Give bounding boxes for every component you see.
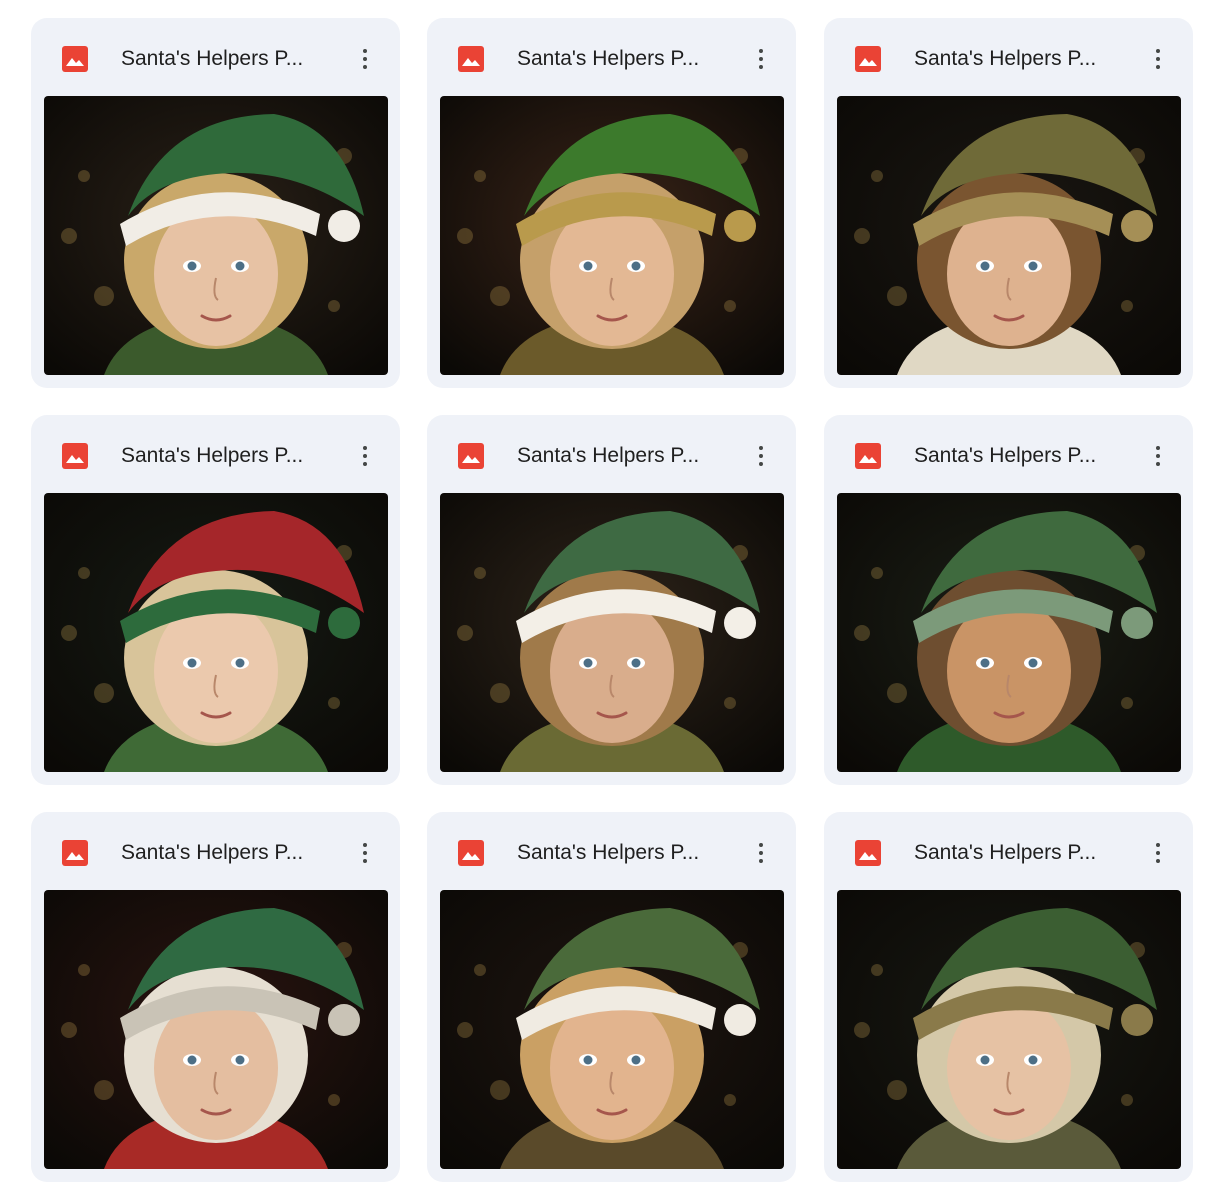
more-vert-icon [363, 49, 367, 53]
more-vert-icon [759, 859, 763, 863]
more-vert-icon [1156, 49, 1160, 53]
file-card-header: Santa's Helpers P... [31, 18, 400, 96]
file-card-header: Santa's Helpers P... [824, 415, 1193, 493]
more-vert-icon [759, 65, 763, 69]
more-vert-icon [363, 843, 367, 847]
more-vert-icon [363, 454, 367, 458]
more-vert-icon [363, 65, 367, 69]
more-vert-icon [759, 454, 763, 458]
file-card[interactable]: Santa's Helpers P... [31, 18, 400, 388]
more-vert-icon [1156, 462, 1160, 466]
more-options-button[interactable] [745, 837, 777, 869]
more-options-button[interactable] [349, 440, 381, 472]
file-card[interactable]: Santa's Helpers P... [824, 415, 1193, 785]
more-vert-icon [1156, 843, 1160, 847]
image-thumbnail[interactable] [837, 493, 1181, 772]
more-vert-icon [759, 57, 763, 61]
more-vert-icon [1156, 57, 1160, 61]
file-card[interactable]: Santa's Helpers P... [824, 812, 1193, 1182]
more-vert-icon [1156, 851, 1160, 855]
more-vert-icon [363, 851, 367, 855]
file-card-header: Santa's Helpers P... [427, 812, 796, 890]
file-name[interactable]: Santa's Helpers P... [517, 44, 727, 74]
file-card-header: Santa's Helpers P... [824, 18, 1193, 96]
image-thumbnail[interactable] [44, 890, 388, 1169]
more-vert-icon [759, 851, 763, 855]
file-card[interactable]: Santa's Helpers P... [31, 812, 400, 1182]
file-card[interactable]: Santa's Helpers P... [824, 18, 1193, 388]
more-vert-icon [759, 462, 763, 466]
file-card[interactable]: Santa's Helpers P... [427, 812, 796, 1182]
file-name[interactable]: Santa's Helpers P... [517, 838, 727, 868]
image-thumbnail[interactable] [837, 890, 1181, 1169]
image-file-icon [62, 46, 88, 72]
image-thumbnail[interactable] [440, 890, 784, 1169]
image-thumbnail[interactable] [440, 493, 784, 772]
more-options-button[interactable] [1142, 43, 1174, 75]
image-file-icon [458, 840, 484, 866]
more-options-button[interactable] [349, 43, 381, 75]
more-vert-icon [1156, 454, 1160, 458]
image-file-icon [855, 46, 881, 72]
file-name[interactable]: Santa's Helpers P... [121, 441, 331, 471]
file-grid: Santa's Helpers P... Santa's Helpers P...… [0, 0, 1210, 1192]
image-file-icon [855, 840, 881, 866]
more-vert-icon [759, 49, 763, 53]
file-card[interactable]: Santa's Helpers P... [427, 18, 796, 388]
file-card-header: Santa's Helpers P... [427, 18, 796, 96]
more-vert-icon [1156, 446, 1160, 450]
file-name[interactable]: Santa's Helpers P... [914, 838, 1124, 868]
file-card-header: Santa's Helpers P... [427, 415, 796, 493]
more-options-button[interactable] [1142, 837, 1174, 869]
file-card[interactable]: Santa's Helpers P... [427, 415, 796, 785]
more-options-button[interactable] [745, 43, 777, 75]
more-vert-icon [363, 446, 367, 450]
image-thumbnail[interactable] [44, 96, 388, 375]
more-vert-icon [1156, 859, 1160, 863]
more-vert-icon [759, 446, 763, 450]
file-name[interactable]: Santa's Helpers P... [914, 441, 1124, 471]
file-name[interactable]: Santa's Helpers P... [914, 44, 1124, 74]
more-vert-icon [1156, 65, 1160, 69]
more-vert-icon [363, 859, 367, 863]
image-file-icon [458, 443, 484, 469]
more-vert-icon [759, 843, 763, 847]
file-card-header: Santa's Helpers P... [31, 415, 400, 493]
image-file-icon [62, 840, 88, 866]
more-vert-icon [363, 462, 367, 466]
image-file-icon [855, 443, 881, 469]
more-vert-icon [363, 57, 367, 61]
image-thumbnail[interactable] [837, 96, 1181, 375]
more-options-button[interactable] [1142, 440, 1174, 472]
file-card-header: Santa's Helpers P... [824, 812, 1193, 890]
image-file-icon [62, 443, 88, 469]
image-file-icon [458, 46, 484, 72]
image-thumbnail[interactable] [440, 96, 784, 375]
file-card[interactable]: Santa's Helpers P... [31, 415, 400, 785]
image-thumbnail[interactable] [44, 493, 388, 772]
more-options-button[interactable] [349, 837, 381, 869]
more-options-button[interactable] [745, 440, 777, 472]
file-name[interactable]: Santa's Helpers P... [517, 441, 727, 471]
file-card-header: Santa's Helpers P... [31, 812, 400, 890]
file-name[interactable]: Santa's Helpers P... [121, 44, 331, 74]
file-name[interactable]: Santa's Helpers P... [121, 838, 331, 868]
